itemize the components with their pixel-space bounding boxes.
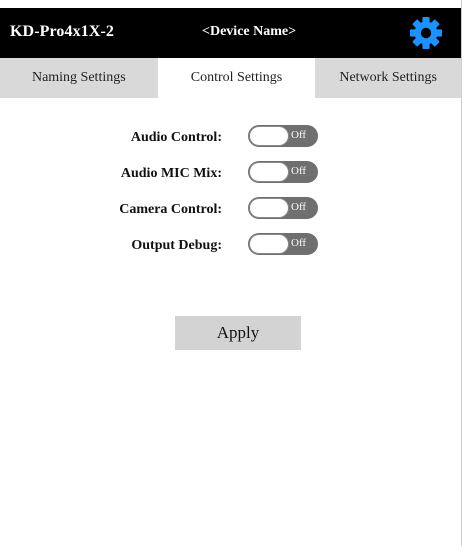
app-frame: KD-Pro4x1X-2 <Device Name> Naming Settin… <box>0 0 462 546</box>
toggle-state: Off <box>291 165 307 177</box>
audio-mic-mix-label: Audio MIC Mix: <box>120 166 222 181</box>
output-debug-toggle[interactable]: Off <box>248 233 318 255</box>
audio-control-toggle[interactable]: Off <box>248 125 318 147</box>
toggle-knob <box>249 198 289 218</box>
tab-network-settings[interactable]: Network Settings <box>315 58 461 98</box>
top-strip <box>0 0 461 8</box>
apply-button[interactable]: Apply <box>175 316 301 350</box>
control-settings-panel: Audio Control: Off Audio MIC Mix: Off Ca… <box>0 120 462 264</box>
audio-mic-mix-toggle[interactable]: Off <box>248 161 318 183</box>
toggle-state: Off <box>291 129 307 141</box>
audio-mic-mix-row: Audio MIC Mix: Off <box>0 156 462 192</box>
toggle-state: Off <box>291 201 307 213</box>
device-name: <Device Name> <box>202 24 297 39</box>
toggle-knob <box>249 126 289 146</box>
toggle-knob <box>249 162 289 182</box>
camera-control-row: Camera Control: Off <box>0 192 462 228</box>
output-debug-label: Output Debug: <box>131 238 222 253</box>
tab-control-settings[interactable]: Control Settings <box>157 58 316 98</box>
model-name: KD-Pro4x1X-2 <box>10 23 114 40</box>
settings-tabs: Naming Settings Control Settings Network… <box>0 58 461 98</box>
camera-control-label: Camera Control: <box>119 202 222 217</box>
toggle-state: Off <box>291 237 307 249</box>
header-bar: KD-Pro4x1X-2 <Device Name> <box>0 8 461 58</box>
output-debug-row: Output Debug: Off <box>0 228 462 264</box>
toggle-knob <box>249 234 289 254</box>
audio-control-label: Audio Control: <box>130 130 222 145</box>
gear-icon[interactable] <box>409 16 443 50</box>
camera-control-toggle[interactable]: Off <box>248 197 318 219</box>
audio-control-row: Audio Control: Off <box>0 120 462 156</box>
tab-naming-settings[interactable]: Naming Settings <box>0 58 158 98</box>
